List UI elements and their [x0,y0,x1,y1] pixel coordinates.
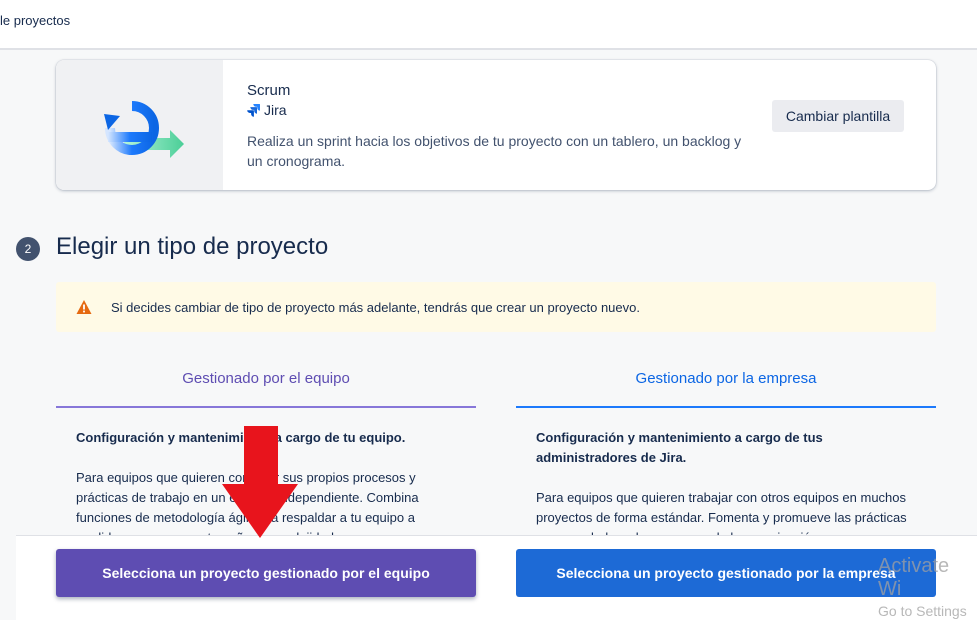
top-bar: le proyectos [0,0,977,50]
tab-team-managed-label: Gestionado por el equipo [182,370,350,387]
warning-text: Si decides cambiar de tipo de proyecto m… [111,300,640,315]
scrum-illustration [56,60,223,190]
breadcrumb[interactable]: le proyectos [0,13,70,28]
company-managed-heading: Configuración y mantenimiento a cargo de… [536,430,823,465]
warning-icon [76,300,92,314]
scrum-cycle-icon [104,101,184,158]
template-card: Scrum Jira Realiza un sprint hacia los o… [56,60,936,190]
change-template-button[interactable]: Cambiar plantilla [772,100,904,132]
activate-windows-watermark: Activate Wi Go to Settings [878,555,977,619]
template-product: Jira [247,102,287,118]
select-team-managed-button[interactable]: Selecciona un proyecto gestionado por el… [56,549,476,597]
company-managed-description: Configuración y mantenimiento a cargo de… [536,428,916,548]
template-name: Scrum [247,82,291,99]
step-number-badge: 2 [16,237,40,261]
select-company-managed-button[interactable]: Selecciona un proyecto gestionado por la… [516,549,936,597]
warning-banner: Si decides cambiar de tipo de proyecto m… [56,282,936,332]
tab-team-managed[interactable]: Gestionado por el equipo [56,366,476,408]
watermark-line-2: Go to Settings [878,603,967,619]
section-title: Elegir un tipo de proyecto [56,233,329,260]
template-product-label: Jira [264,102,287,118]
tab-company-managed[interactable]: Gestionado por la empresa [516,366,936,408]
watermark-line-1: Activate Wi [878,555,950,600]
tab-company-managed-label: Gestionado por la empresa [635,370,817,387]
red-arrow-annotation [222,426,298,538]
jira-logo-icon [247,103,260,117]
template-description: Realiza un sprint hacia los objetivos de… [247,133,742,169]
